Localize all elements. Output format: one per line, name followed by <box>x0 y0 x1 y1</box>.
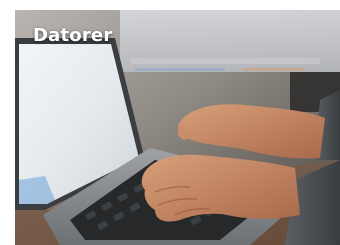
category-card[interactable]: Datorer <box>15 10 340 245</box>
card-title: Datorer <box>33 25 113 46</box>
